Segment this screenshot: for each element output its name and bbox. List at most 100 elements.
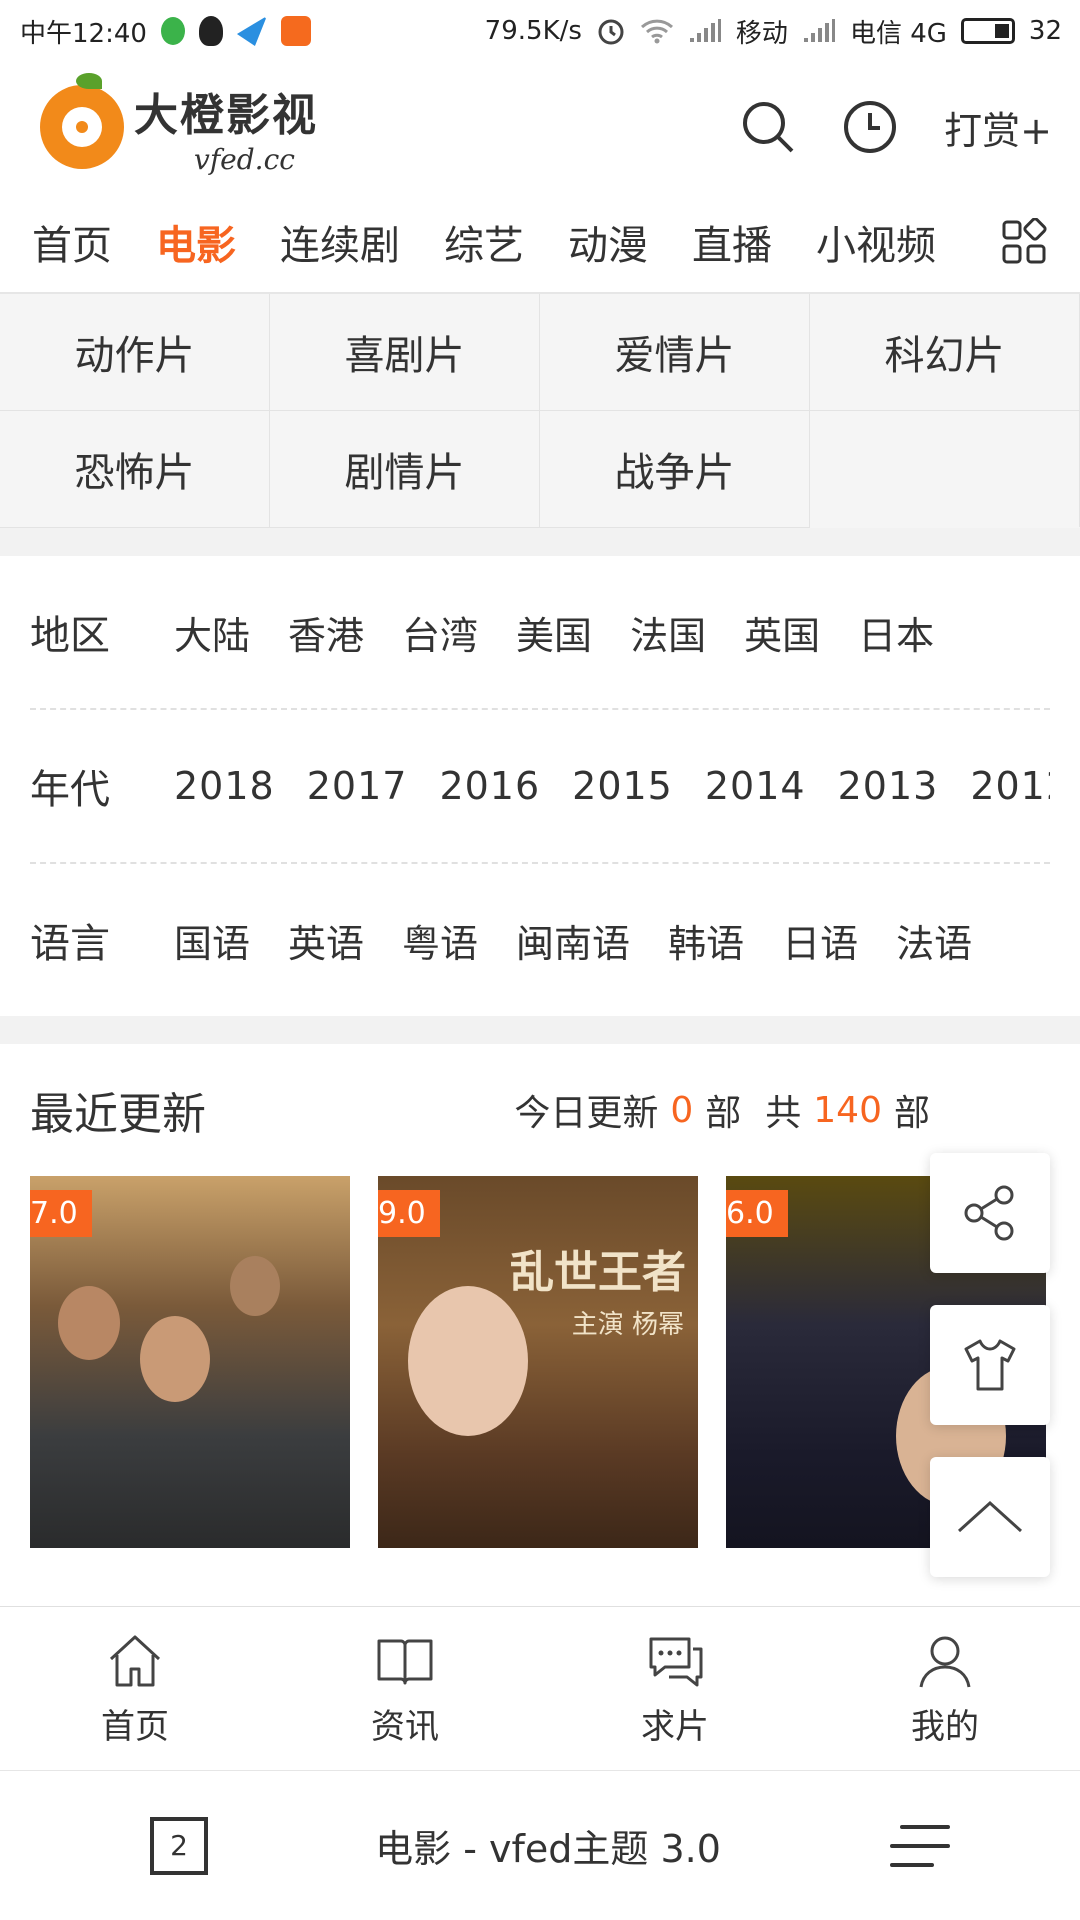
- category-action[interactable]: 动作片: [0, 294, 270, 411]
- shield-app-icon: [160, 17, 185, 45]
- filter-option[interactable]: 2014: [705, 764, 806, 808]
- recent-header: 最近更新 今日更新 0 部 共 140 部: [0, 1044, 1080, 1176]
- filter-option[interactable]: 2012: [970, 764, 1050, 808]
- today-count: 0: [670, 1089, 694, 1131]
- reward-button[interactable]: 打赏+: [944, 100, 1052, 155]
- search-icon[interactable]: [740, 99, 796, 155]
- score-badge: 6.0: [726, 1190, 788, 1237]
- history-icon[interactable]: [842, 99, 898, 155]
- filter-option[interactable]: 国语: [174, 913, 250, 968]
- tshirt-icon: [964, 1339, 1016, 1391]
- net-speed: 79.5K/s: [484, 16, 582, 46]
- category-comedy[interactable]: 喜剧片: [270, 294, 540, 411]
- tab-news[interactable]: 资讯: [270, 1607, 540, 1771]
- qq-icon: [198, 16, 223, 46]
- orange-logo-icon: [40, 73, 124, 169]
- bottom-tab-bar: 首页 资讯 求片 我的: [0, 1606, 1080, 1771]
- filter-option[interactable]: 英国: [744, 605, 820, 660]
- nav-item-series[interactable]: 连续剧: [280, 213, 400, 271]
- poster-list: 7.0 乱世王者 主演 杨幂 9.0 6.0: [0, 1176, 1080, 1548]
- filter-option[interactable]: 大陆: [174, 605, 250, 660]
- category-empty-cell: [810, 411, 1080, 527]
- tab-label: 资讯: [371, 1706, 439, 1747]
- category-war[interactable]: 战争片: [540, 411, 810, 528]
- filter-panel: 地区 大陆 香港 台湾 美国 法国 英国 日本 年代 2018 2017 201…: [0, 556, 1080, 1016]
- carrier-1: 移动: [735, 18, 788, 49]
- movie-poster[interactable]: 乱世王者 主演 杨幂 9.0: [378, 1176, 698, 1548]
- filter-row-language: 语言 国语 英语 粤语 闽南语 韩语 日语 法语: [30, 864, 1050, 1016]
- status-bar: 中午12:40 79.5K/s 移动 电信 4G 32: [0, 0, 1080, 62]
- carrier-2: 电信 4G: [849, 18, 947, 49]
- filter-row-region: 地区 大陆 香港 台湾 美国 法国 英国 日本: [30, 556, 1050, 710]
- main-nav: 首页 电影 连续剧 综艺 动漫 直播 小视频: [0, 192, 1080, 293]
- filter-option[interactable]: 美国: [516, 605, 592, 660]
- theme-button[interactable]: [930, 1305, 1050, 1425]
- category-horror[interactable]: 恐怖片: [0, 411, 270, 528]
- filter-option[interactable]: 日语: [782, 913, 858, 968]
- tab-request[interactable]: 求片: [540, 1607, 810, 1771]
- total-label: 共: [765, 1093, 802, 1134]
- share-button[interactable]: [930, 1153, 1050, 1273]
- chat-icon: [649, 1637, 703, 1686]
- nav-item-live[interactable]: 直播: [692, 213, 772, 271]
- tab-switcher-button[interactable]: 2: [150, 1816, 208, 1875]
- user-icon: [919, 1636, 971, 1687]
- alarm-icon: [598, 19, 624, 45]
- signal-icon: [689, 19, 721, 42]
- filter-option[interactable]: 2017: [307, 764, 408, 808]
- category-romance[interactable]: 爱情片: [540, 294, 810, 411]
- filter-option[interactable]: 法语: [896, 913, 972, 968]
- filter-label: 语言: [30, 921, 110, 967]
- book-icon: [377, 1639, 433, 1684]
- nav-item-home[interactable]: 首页: [32, 213, 112, 271]
- page-title: 电影 - vfed主题 3.0: [375, 1827, 721, 1871]
- poster-subtitle: 主演 杨幂: [571, 1310, 684, 1340]
- filter-label: 年代: [30, 767, 110, 813]
- total-count: 140: [813, 1089, 882, 1131]
- logo-domain: vfed.cc: [194, 142, 295, 176]
- nav-more-button[interactable]: [968, 192, 1080, 292]
- logo-title: 大橙影视: [134, 89, 318, 141]
- tab-home[interactable]: 首页: [0, 1607, 270, 1771]
- movie-poster[interactable]: 7.0: [30, 1176, 350, 1548]
- section-divider: [0, 528, 1080, 556]
- recent-title: 最近更新: [30, 1089, 206, 1140]
- filter-option[interactable]: 2018: [174, 764, 275, 808]
- shopping-app-icon: [280, 16, 311, 46]
- nav-item-variety[interactable]: 综艺: [444, 213, 524, 271]
- filter-option[interactable]: 2016: [439, 764, 540, 808]
- grid-icon: [1002, 218, 1047, 264]
- filter-option[interactable]: 香港: [288, 605, 364, 660]
- signal-icon-2: [803, 19, 835, 42]
- filter-option[interactable]: 日本: [858, 605, 934, 660]
- site-logo[interactable]: 大橙影视 vfed.cc: [40, 73, 318, 176]
- filter-option[interactable]: 台湾: [402, 605, 478, 660]
- bird-app-icon: [236, 16, 267, 46]
- tab-mine[interactable]: 我的: [810, 1607, 1080, 1771]
- app-header: 大橙影视 vfed.cc 打赏+: [0, 62, 1080, 192]
- menu-icon[interactable]: [888, 1821, 950, 1871]
- nav-item-movie[interactable]: 电影: [156, 213, 236, 271]
- chevron-up-icon: [957, 1500, 1023, 1533]
- wifi-icon: [640, 19, 673, 44]
- filter-option[interactable]: 2013: [838, 764, 939, 808]
- filter-option[interactable]: 闽南语: [516, 913, 630, 968]
- filter-option[interactable]: 法国: [630, 605, 706, 660]
- filter-option[interactable]: 英语: [288, 913, 364, 968]
- tab-label: 首页: [101, 1706, 169, 1747]
- back-to-top-button[interactable]: [930, 1457, 1050, 1577]
- filter-option[interactable]: 2015: [572, 764, 673, 808]
- category-drama[interactable]: 剧情片: [270, 411, 540, 528]
- filter-option[interactable]: 韩语: [668, 913, 744, 968]
- nav-item-short-video[interactable]: 小视频: [816, 213, 936, 271]
- nav-item-anime[interactable]: 动漫: [568, 213, 648, 271]
- filter-row-year: 年代 2018 2017 2016 2015 2014 2013 2012: [30, 710, 1050, 864]
- battery-level: 32: [1028, 16, 1062, 46]
- filter-option[interactable]: 粤语: [402, 913, 478, 968]
- section-divider: [0, 1016, 1080, 1044]
- poster-title: 乱世王者: [510, 1247, 686, 1298]
- recent-stats: 今日更新 0 部 共 140 部: [514, 1084, 930, 1136]
- category-scifi[interactable]: 科幻片: [810, 294, 1080, 411]
- category-grid: 动作片 喜剧片 爱情片 科幻片 恐怖片 剧情片 战争片: [0, 293, 1080, 528]
- home-icon: [109, 1635, 161, 1686]
